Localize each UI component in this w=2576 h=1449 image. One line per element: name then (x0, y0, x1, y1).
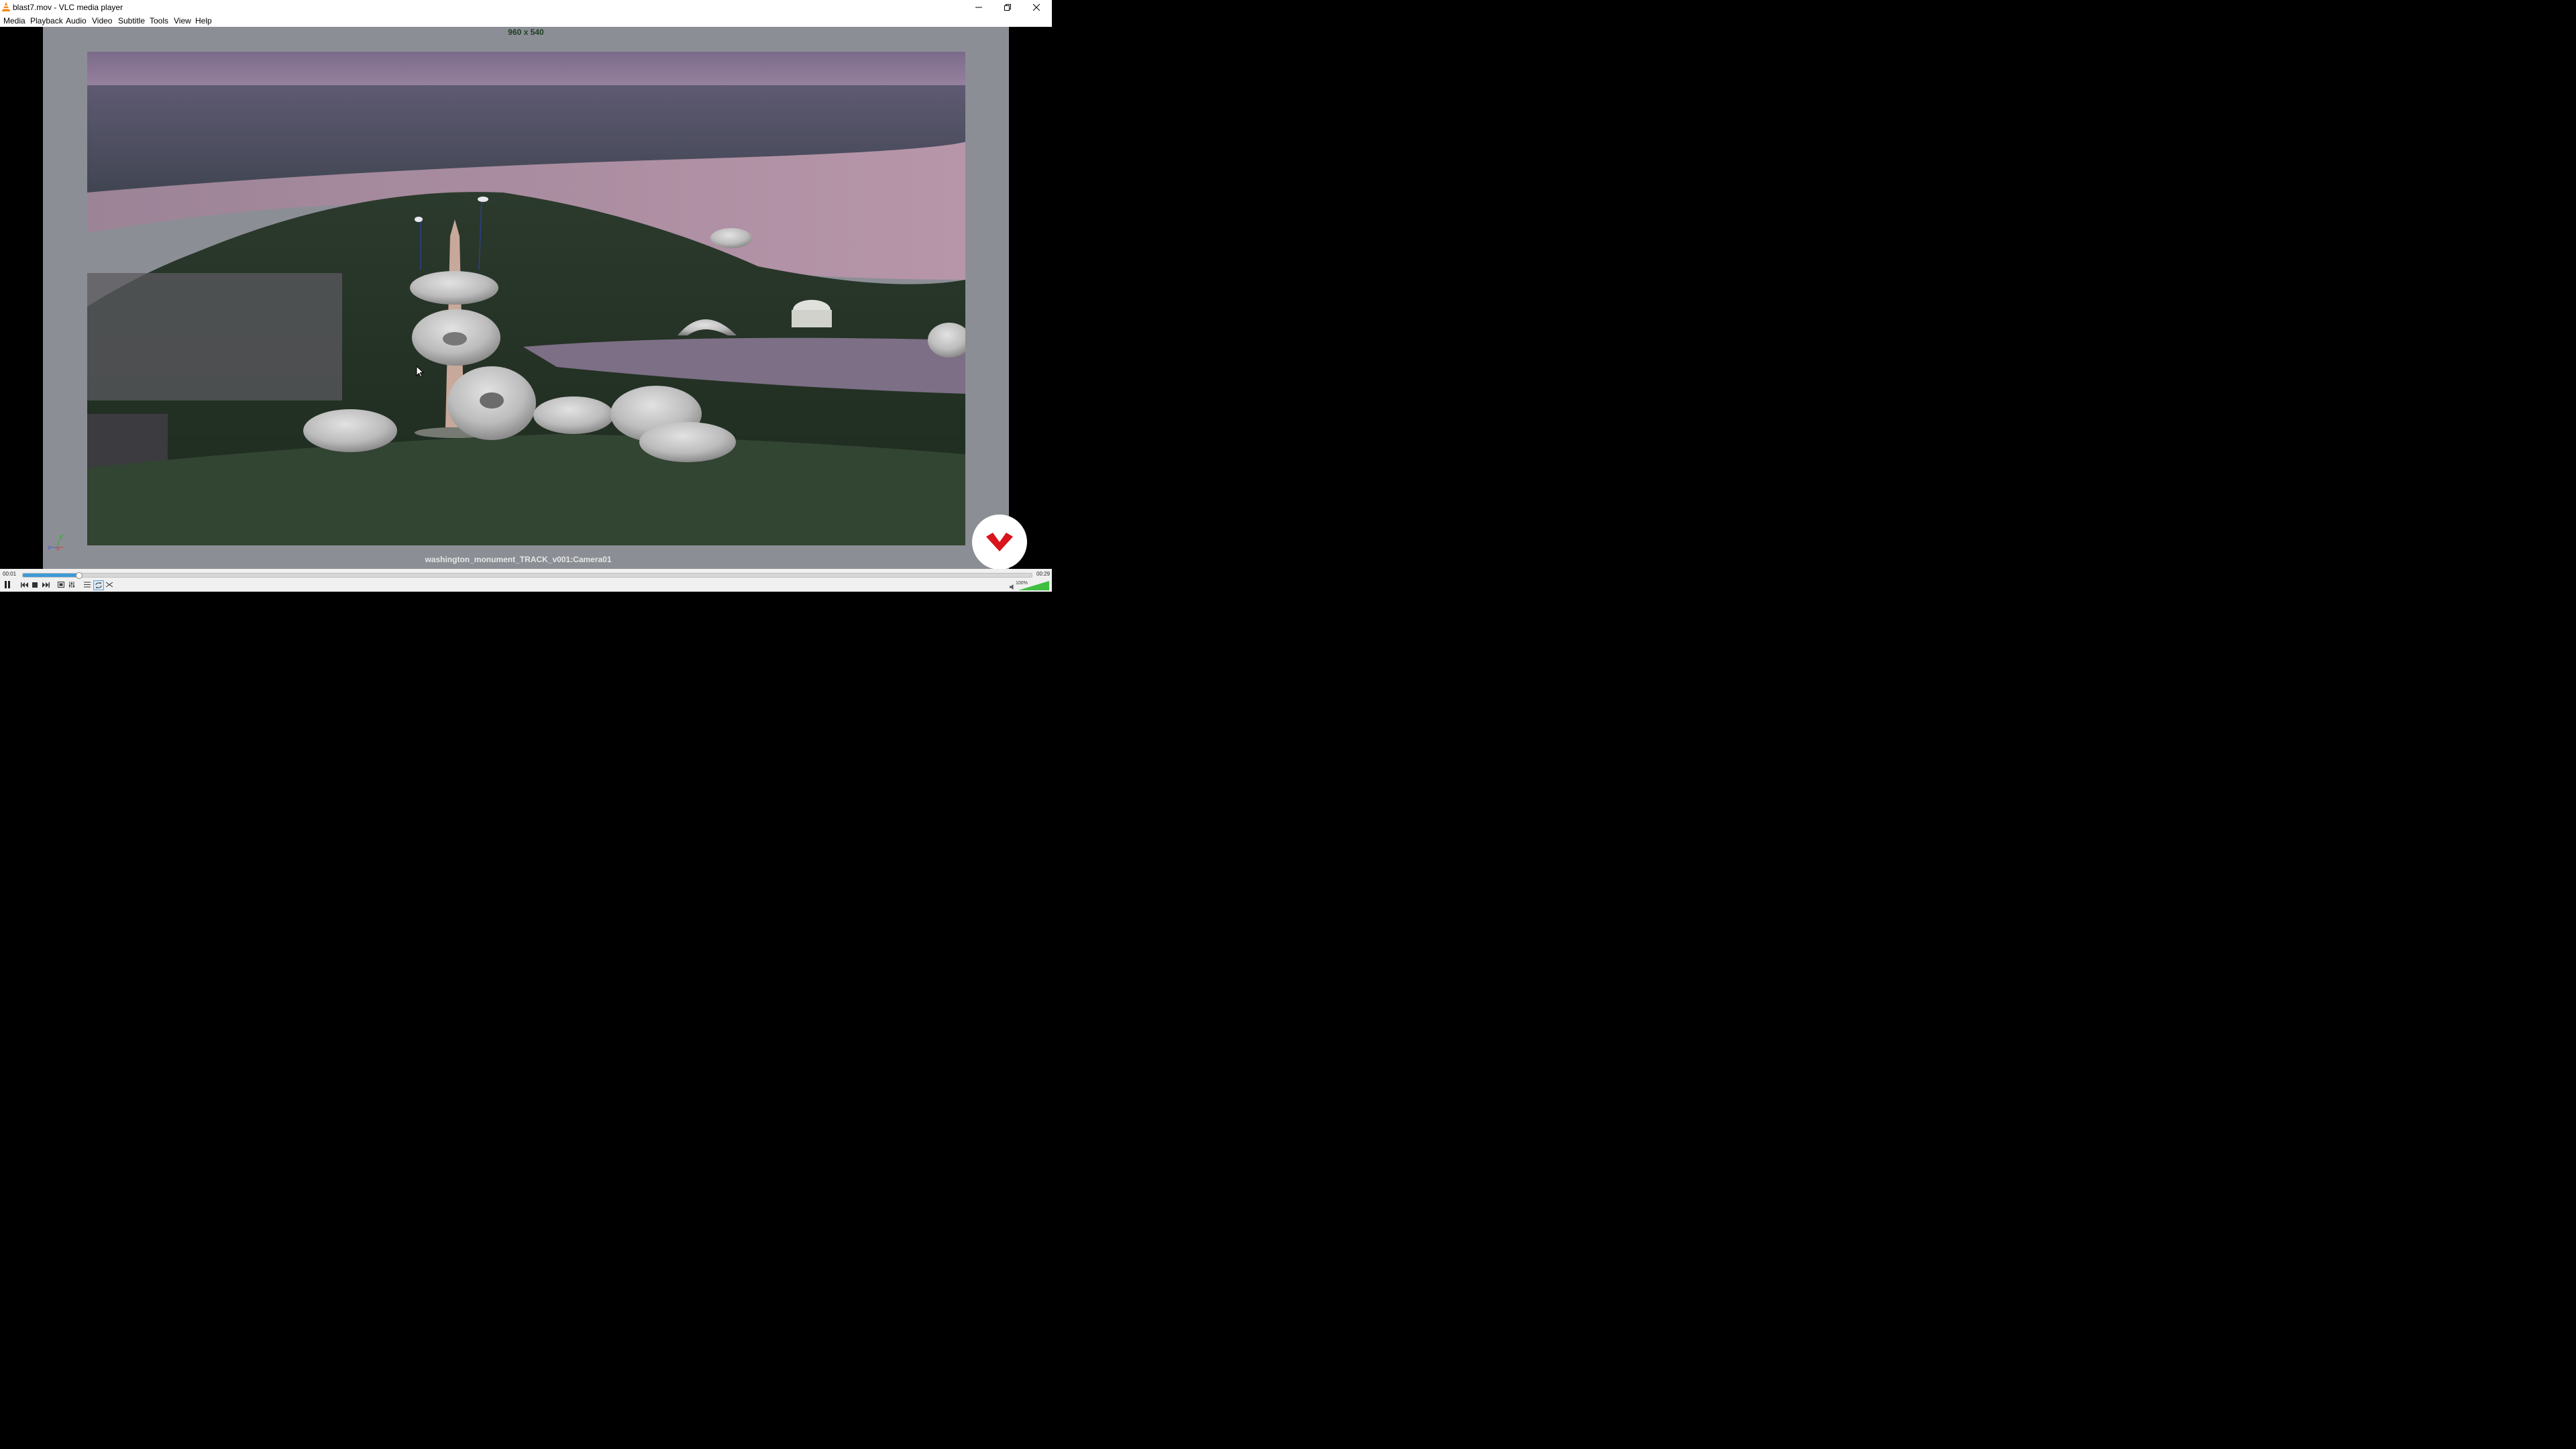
next-icon (42, 582, 50, 588)
close-button[interactable] (1022, 0, 1051, 14)
menu-tools[interactable]: Tools (150, 16, 168, 25)
next-button[interactable] (41, 580, 50, 589)
restore-icon (1004, 3, 1011, 11)
seek-handle[interactable] (75, 572, 83, 579)
mouse-cursor-icon (416, 366, 424, 378)
menu-video[interactable]: Video (92, 16, 112, 25)
speaker-icon[interactable] (1010, 584, 1016, 590)
donut-hole (480, 392, 504, 409)
loop-icon (95, 582, 102, 588)
restore-button[interactable] (994, 0, 1022, 14)
volume-fill (1018, 581, 1049, 590)
resolution-label: 960 x 540 (508, 28, 544, 37)
jefferson-memorial (792, 310, 832, 327)
pause-button[interactable] (3, 580, 12, 589)
donut (410, 271, 498, 305)
city-buildings (87, 273, 342, 400)
red-chevron-logo (972, 515, 1027, 570)
donut (303, 409, 397, 452)
playback-controls: 00:01 00:29 100% (0, 569, 1052, 592)
camera-label: washington_monument_TRACK_v001:Camera01 (425, 555, 612, 564)
donut (710, 228, 752, 248)
donut-hole (443, 332, 467, 345)
fullscreen-button[interactable] (56, 580, 66, 589)
axis-y-label: y (60, 533, 63, 539)
volume-slider[interactable] (1018, 581, 1049, 590)
donut (639, 422, 736, 462)
seek-bar[interactable] (22, 572, 1032, 579)
menu-media[interactable]: Media (3, 16, 25, 25)
extended-settings-button[interactable] (67, 580, 76, 589)
menu-subtitle[interactable]: Subtitle (118, 16, 145, 25)
vlc-cone-icon (2, 2, 10, 11)
stop-button[interactable] (30, 580, 40, 589)
loop-button[interactable] (93, 580, 104, 590)
window-title: blast7.mov - VLC media player (13, 3, 123, 12)
previous-button[interactable] (19, 580, 29, 589)
rig-handle (415, 217, 423, 222)
chevron-logo-icon (986, 533, 1013, 551)
close-icon (1033, 3, 1040, 11)
title-bar: blast7.mov - VLC media player (0, 0, 1052, 14)
axis-z-label: z (48, 544, 51, 551)
menu-bar: Media Playback Audio Video Subtitle Tool… (0, 14, 1052, 27)
fullscreen-icon (58, 582, 64, 588)
menu-audio[interactable]: Audio (66, 16, 87, 25)
menu-help[interactable]: Help (195, 16, 212, 25)
minimize-button[interactable] (965, 0, 993, 14)
playlist-button[interactable] (83, 580, 92, 589)
menu-playback[interactable]: Playback (30, 16, 63, 25)
shuffle-button[interactable] (105, 580, 114, 589)
pause-icon (5, 581, 10, 588)
seek-progress (23, 574, 78, 577)
axis-gizmo: y z x (48, 533, 63, 551)
axis-x-label: x (56, 545, 60, 551)
shuffle-icon (106, 582, 113, 588)
rig-handle (478, 197, 488, 202)
menu-view[interactable]: View (174, 16, 191, 25)
minimize-icon (975, 4, 982, 11)
playlist-icon (84, 582, 91, 588)
stop-icon (32, 582, 38, 588)
total-time: 00:29 (1036, 571, 1051, 577)
donut (533, 396, 614, 434)
video-frame (87, 52, 965, 545)
previous-icon (20, 582, 28, 588)
current-time: 00:01 (3, 571, 17, 577)
equalizer-icon (69, 582, 74, 588)
